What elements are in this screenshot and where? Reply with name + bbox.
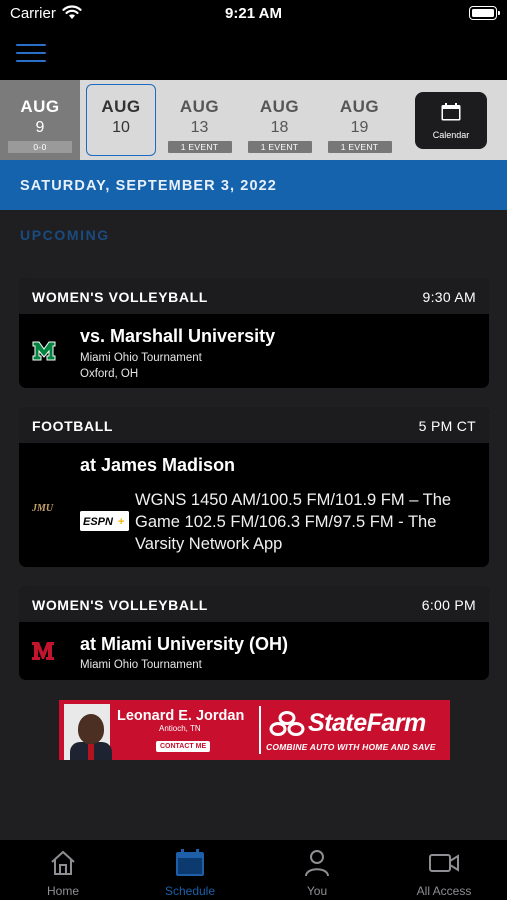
ad-agent-name: Leonard E. Jordan xyxy=(117,708,245,724)
event-time: 6:00 PM xyxy=(421,597,476,613)
battery-icon xyxy=(469,6,500,20)
event-card[interactable]: WOMEN'S VOLLEYBALL 9:30 AM vs. Marshall … xyxy=(19,278,489,388)
ad-tagline: COMBINE AUTO WITH HOME AND SAVE xyxy=(266,742,436,752)
event-sport: WOMEN'S VOLLEYBALL xyxy=(32,597,208,613)
calendar-icon xyxy=(176,849,204,876)
svg-text:+: + xyxy=(118,516,124,528)
event-sport: FOOTBALL xyxy=(32,418,114,434)
calendar-icon xyxy=(441,103,461,121)
miami-logo xyxy=(32,642,54,660)
ad-divider xyxy=(259,706,261,754)
date-day: 9 xyxy=(35,119,45,136)
tab-label: Schedule xyxy=(164,884,216,898)
section-header: UPCOMING xyxy=(0,210,507,258)
date-header: SATURDAY, SEPTEMBER 3, 2022 xyxy=(0,160,507,210)
date-header-text: SATURDAY, SEPTEMBER 3, 2022 xyxy=(20,178,277,194)
calendar-button[interactable]: Calendar xyxy=(415,92,487,149)
date-month: AUG xyxy=(259,97,300,116)
ad-contact-button[interactable]: CONTACT ME xyxy=(156,741,211,752)
event-opponent: at James Madison xyxy=(80,455,236,475)
jmu-logo: JMU xyxy=(32,503,54,513)
tab-bar: Home Schedule You All Access xyxy=(0,840,507,900)
svg-text:JMU: JMU xyxy=(32,503,54,513)
event-opponent: vs. Marshall University xyxy=(80,326,276,346)
event-card-header: FOOTBALL 5 PM CT xyxy=(19,407,489,443)
event-location: Oxford, OH xyxy=(80,368,139,380)
date-month: AUG xyxy=(179,97,220,116)
nav-bar xyxy=(0,28,507,80)
event-sport: WOMEN'S VOLLEYBALL xyxy=(32,289,208,305)
date-cell-aug-19[interactable]: AUG 19 1 EVENT xyxy=(321,80,398,160)
date-day: 18 xyxy=(270,119,289,136)
event-card[interactable]: WOMEN'S VOLLEYBALL 6:00 PM at Miami Univ… xyxy=(19,586,489,680)
tab-home[interactable]: Home xyxy=(0,840,126,900)
event-time: 9:30 AM xyxy=(422,289,476,305)
tab-all-access[interactable]: All Access xyxy=(381,840,507,900)
ad-brand: StateFarm xyxy=(308,709,426,737)
selected-date-outline xyxy=(86,84,156,156)
date-month: AUG xyxy=(339,97,380,116)
date-day: 19 xyxy=(350,119,369,136)
agent-photo xyxy=(64,704,112,760)
date-cell-aug-13[interactable]: AUG 13 1 EVENT xyxy=(161,80,238,160)
menu-icon[interactable] xyxy=(16,44,46,64)
section-label: UPCOMING xyxy=(20,227,110,243)
marshall-logo xyxy=(32,341,56,361)
event-radio-broadcast: WGNS 1450 AM/100.5 FM/101.9 FM – The Gam… xyxy=(135,491,452,553)
statefarm-logo-icon xyxy=(269,711,305,736)
tab-you[interactable]: You xyxy=(254,840,380,900)
event-card-header: WOMEN'S VOLLEYBALL 6:00 PM xyxy=(19,586,489,622)
date-cell-aug-18[interactable]: AUG 18 1 EVENT xyxy=(241,80,318,160)
date-month: AUG xyxy=(20,97,60,116)
date-record-badge: 0-0 xyxy=(8,141,72,153)
tab-label: Home xyxy=(46,884,79,898)
date-day: 13 xyxy=(190,119,209,136)
calendar-label: Calendar xyxy=(432,130,470,140)
clock: 9:21 AM xyxy=(225,5,282,22)
event-count-badge: 1 EVENT xyxy=(327,141,392,153)
event-card[interactable]: FOOTBALL 5 PM CT JMU at James Madison ES… xyxy=(19,407,489,567)
ad-banner[interactable]: Leonard E. Jordan Antioch, TN CONTACT ME… xyxy=(59,700,450,760)
svg-text:ESPN: ESPN xyxy=(83,516,114,528)
event-count-badge: 1 EVENT xyxy=(247,141,312,153)
event-tournament: Miami Ohio Tournament xyxy=(80,659,202,671)
event-tournament: Miami Ohio Tournament xyxy=(80,352,202,364)
tab-schedule[interactable]: Schedule xyxy=(127,840,253,900)
event-opponent: at Miami University (OH) xyxy=(80,634,289,654)
espn-plus-logo: ESPN + xyxy=(80,511,129,531)
tab-label: You xyxy=(306,884,328,898)
date-cell-aug-10[interactable]: AUG 10 xyxy=(82,80,160,160)
home-icon xyxy=(51,850,75,875)
event-card-header: WOMEN'S VOLLEYBALL 9:30 AM xyxy=(19,278,489,314)
date-cell-aug-9[interactable]: AUG 9 0-0 xyxy=(0,80,80,160)
person-icon xyxy=(305,850,329,877)
video-camera-icon xyxy=(429,854,459,872)
tab-label: All Access xyxy=(416,884,472,898)
event-time: 5 PM CT xyxy=(418,418,476,434)
ad-agent-location: Antioch, TN xyxy=(159,724,201,733)
event-count-badge: 1 EVENT xyxy=(167,141,232,153)
status-bar: Carrier 9:21 AM xyxy=(0,0,507,28)
